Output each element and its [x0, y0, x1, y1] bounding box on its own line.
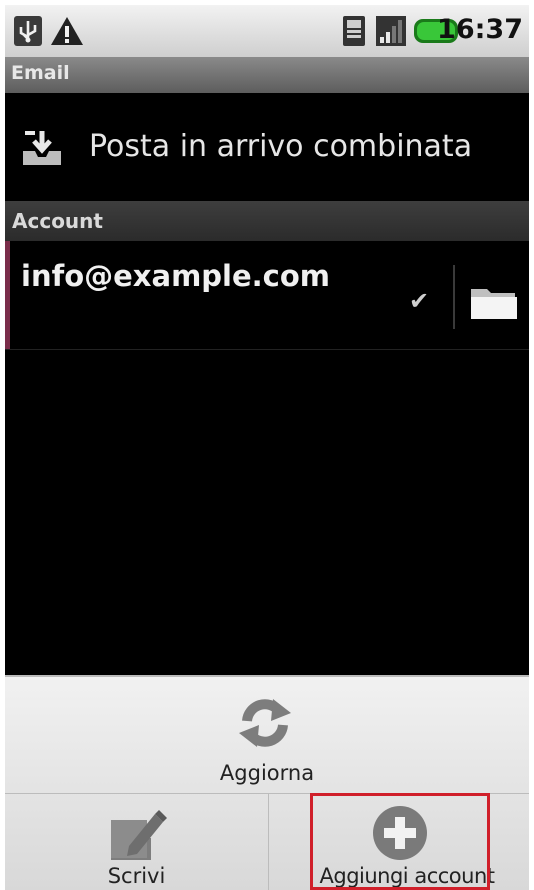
refresh-menu-item[interactable]: Aggiorna: [5, 677, 529, 794]
app-title: Email: [11, 62, 70, 84]
warning-icon: [51, 17, 83, 45]
inbox-icon: [23, 131, 61, 165]
compose-icon: [111, 810, 167, 860]
divider: [453, 265, 455, 329]
compose-label: Scrivi: [107, 864, 166, 888]
status-bar: 16:37: [5, 5, 529, 57]
clock: 16:37: [437, 14, 523, 45]
accounts-section-header: Account: [5, 201, 529, 241]
folders-button[interactable]: [463, 277, 523, 327]
compose-menu-item[interactable]: Scrivi: [5, 794, 269, 890]
folder-icon: [471, 289, 517, 319]
combined-inbox-label: Posta in arrivo combinata: [89, 129, 473, 164]
refresh-label: Aggiorna: [219, 761, 315, 785]
title-bar: Email: [5, 57, 529, 94]
signal-icon: [376, 16, 406, 46]
account-color-indicator: [5, 241, 10, 349]
highlight-box: [310, 793, 490, 890]
section-header-label: Account: [12, 209, 103, 233]
phone-screen: 16:37 Email Posta in arrivo combinata Ac…: [5, 5, 529, 890]
refresh-icon: [239, 699, 291, 747]
sim-icon: [343, 16, 365, 46]
combined-inbox-item[interactable]: Posta in arrivo combinata: [5, 93, 529, 201]
default-account-check-icon: ✔: [409, 287, 430, 315]
account-email: info@example.com: [21, 259, 331, 293]
account-list-item[interactable]: info@example.com ✔: [5, 241, 529, 350]
usb-icon: [14, 16, 42, 46]
